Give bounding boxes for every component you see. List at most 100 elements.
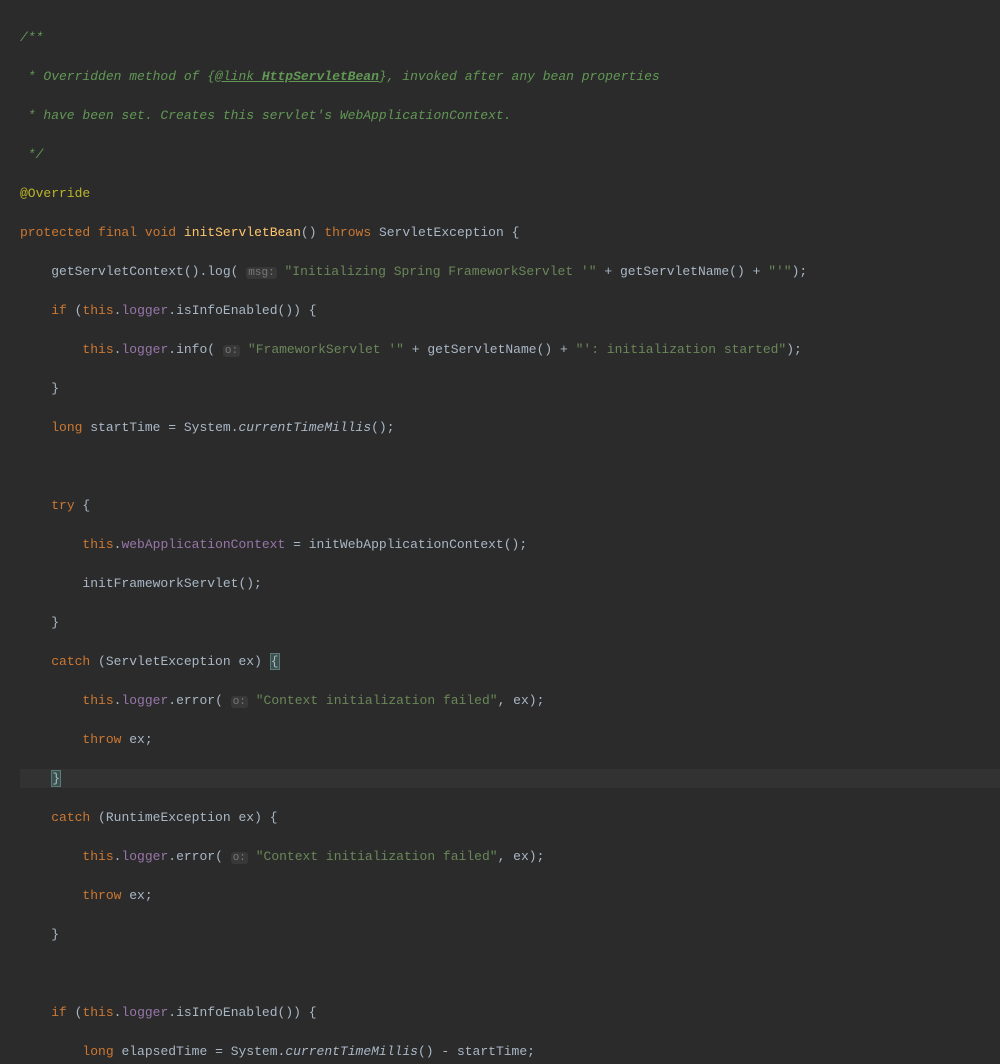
- type: RuntimeException: [106, 810, 231, 825]
- code-line: this.webApplicationContext = initWebAppl…: [20, 535, 1000, 555]
- variable: ex: [238, 654, 254, 669]
- param-hint: o:: [223, 345, 240, 357]
- field: logger: [121, 303, 168, 318]
- keyword: catch: [51, 654, 90, 669]
- type: System: [231, 1044, 278, 1059]
- string: "': initialization started": [576, 342, 787, 357]
- static-method: currentTimeMillis: [239, 420, 372, 435]
- javadoc-end: */: [20, 147, 43, 162]
- param-hint: o:: [231, 852, 248, 864]
- code-line: initFrameworkServlet();: [20, 574, 1000, 594]
- method-call: error: [176, 849, 215, 864]
- field: logger: [121, 1005, 168, 1020]
- code-editor[interactable]: /** * Overridden method of {@link HttpSe…: [0, 0, 1000, 1064]
- param-hint: o:: [231, 696, 248, 708]
- javadoc-line: * Overridden method of {: [20, 69, 215, 84]
- code-line: }: [20, 613, 1000, 633]
- keyword: throw: [82, 888, 121, 903]
- method-call: initWebApplicationContext: [309, 537, 504, 552]
- method-call: initFrameworkServlet: [82, 576, 238, 591]
- variable: ex: [513, 849, 529, 864]
- keyword: catch: [51, 810, 90, 825]
- keyword: this: [82, 693, 113, 708]
- type: ServletException: [379, 225, 504, 240]
- string: "'": [768, 264, 791, 279]
- variable: ex: [513, 693, 529, 708]
- code-line: try {: [20, 496, 1000, 516]
- keyword: this: [82, 849, 113, 864]
- field: logger: [121, 342, 168, 357]
- variable: ex: [129, 888, 145, 903]
- method-call: getServletName: [620, 264, 729, 279]
- keyword: throws: [324, 225, 371, 240]
- method-call: info: [176, 342, 207, 357]
- code-line: @Override: [20, 184, 1000, 204]
- code-line: * Overridden method of {@link HttpServle…: [20, 67, 1000, 87]
- method-call: getServletContext: [51, 264, 184, 279]
- keyword: throw: [82, 732, 121, 747]
- keyword: this: [82, 537, 113, 552]
- method-call: isInfoEnabled: [176, 1005, 277, 1020]
- type: ServletException: [106, 654, 231, 669]
- javadoc-link-text: HttpServletBean: [254, 69, 379, 84]
- code-line: getServletContext().log( msg: "Initializ…: [20, 262, 1000, 282]
- keyword: long: [82, 1044, 113, 1059]
- keyword: this: [82, 342, 113, 357]
- code-line: this.logger.info( o: "FrameworkServlet '…: [20, 340, 1000, 360]
- keyword: void: [145, 225, 176, 240]
- javadoc-start: /**: [20, 30, 43, 45]
- code-line-current: }: [20, 769, 1000, 789]
- static-method: currentTimeMillis: [285, 1044, 418, 1059]
- method-call: log: [207, 264, 230, 279]
- field: logger: [121, 693, 168, 708]
- method-call: getServletName: [427, 342, 536, 357]
- code-line: [20, 964, 1000, 984]
- variable: ex: [129, 732, 145, 747]
- matched-brace: }: [51, 770, 61, 787]
- string: "Initializing Spring FrameworkServlet '": [284, 264, 596, 279]
- string: "Context initialization failed": [256, 849, 498, 864]
- field: webApplicationContext: [121, 537, 285, 552]
- method-call: error: [176, 693, 215, 708]
- code-line: catch (RuntimeException ex) {: [20, 808, 1000, 828]
- code-line: long startTime = System.currentTimeMilli…: [20, 418, 1000, 438]
- type: System: [184, 420, 231, 435]
- keyword: if: [51, 1005, 67, 1020]
- string: "Context initialization failed": [256, 693, 498, 708]
- code-line: }: [20, 925, 1000, 945]
- string: "FrameworkServlet '": [248, 342, 404, 357]
- code-line: * have been set. Creates this servlet's …: [20, 106, 1000, 126]
- keyword: if: [51, 303, 67, 318]
- field: logger: [121, 849, 168, 864]
- param-hint: msg:: [246, 267, 276, 279]
- variable: startTime: [457, 1044, 527, 1059]
- code-line: [20, 457, 1000, 477]
- method-name: initServletBean: [184, 225, 301, 240]
- code-line: if (this.logger.isInfoEnabled()) {: [20, 301, 1000, 321]
- code-line: throw ex;: [20, 886, 1000, 906]
- variable: startTime: [90, 420, 160, 435]
- keyword: try: [51, 498, 74, 513]
- code-line: long elapsedTime = System.currentTimeMil…: [20, 1042, 1000, 1062]
- method-call: isInfoEnabled: [176, 303, 277, 318]
- keyword: this: [82, 303, 113, 318]
- code-line: protected final void initServletBean() t…: [20, 223, 1000, 243]
- variable: elapsedTime: [121, 1044, 207, 1059]
- code-line: if (this.logger.isInfoEnabled()) {: [20, 1003, 1000, 1023]
- javadoc-line-end: }, invoked after any bean properties: [379, 69, 660, 84]
- code-line: this.logger.error( o: "Context initializ…: [20, 847, 1000, 867]
- annotation-override: @Override: [20, 186, 90, 201]
- variable: ex: [238, 810, 254, 825]
- code-line: */: [20, 145, 1000, 165]
- keyword: long: [51, 420, 82, 435]
- keyword: protected: [20, 225, 90, 240]
- code-line: throw ex;: [20, 730, 1000, 750]
- code-line: /**: [20, 28, 1000, 48]
- javadoc-link-tag: @link: [215, 69, 254, 84]
- code-line: this.logger.error( o: "Context initializ…: [20, 691, 1000, 711]
- keyword: final: [98, 225, 137, 240]
- code-line: }: [20, 379, 1000, 399]
- keyword: this: [82, 1005, 113, 1020]
- javadoc-line: * have been set. Creates this servlet's …: [20, 108, 511, 123]
- code-line: catch (ServletException ex) {: [20, 652, 1000, 672]
